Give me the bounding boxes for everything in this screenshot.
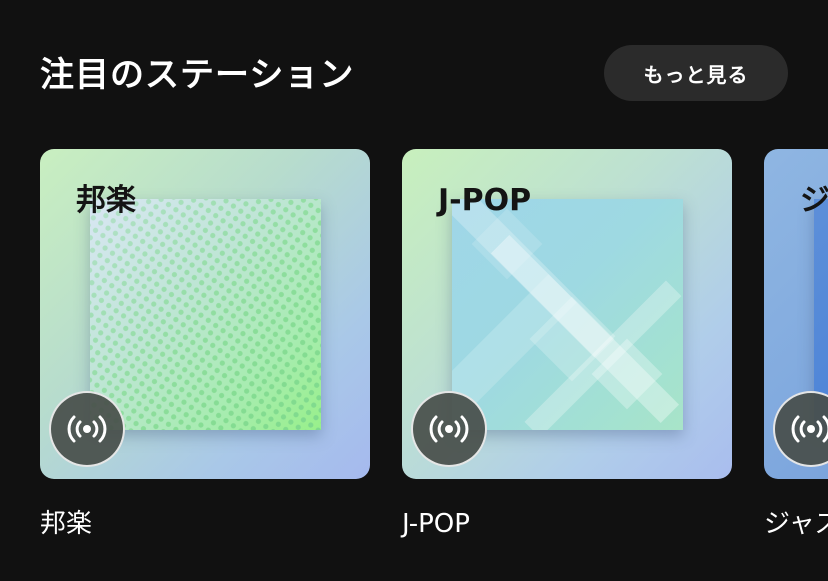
artwork-caption: ジ bbox=[800, 183, 828, 218]
station-artwork: ジ bbox=[764, 149, 828, 479]
station-carousel[interactable]: 邦楽 邦楽 J-POP J-POP ジ ジャズ bbox=[0, 0, 828, 581]
station-title: 邦楽 bbox=[40, 509, 93, 539]
station-title: ジャズ bbox=[764, 509, 828, 539]
station-card[interactable]: J-POP J-POP bbox=[402, 149, 732, 539]
radio-broadcast-icon bbox=[429, 415, 469, 443]
artwork-caption: 邦楽 bbox=[76, 183, 136, 218]
live-station-badge[interactable] bbox=[49, 391, 125, 467]
station-card[interactable]: ジ ジャズ bbox=[764, 149, 828, 539]
artwork-inner-image bbox=[90, 199, 321, 430]
station-artwork: 邦楽 bbox=[40, 149, 370, 479]
live-station-badge[interactable] bbox=[773, 391, 828, 467]
station-title: J-POP bbox=[402, 509, 470, 539]
radio-broadcast-icon bbox=[791, 415, 828, 443]
live-station-badge[interactable] bbox=[411, 391, 487, 467]
station-artwork: J-POP bbox=[402, 149, 732, 479]
geometric-pattern bbox=[452, 199, 682, 430]
radio-broadcast-icon bbox=[67, 415, 107, 443]
artwork-inner-image bbox=[452, 199, 683, 430]
station-card[interactable]: 邦楽 邦楽 bbox=[40, 149, 370, 539]
artwork-caption: J-POP bbox=[438, 183, 532, 218]
halftone-pattern bbox=[90, 199, 321, 430]
